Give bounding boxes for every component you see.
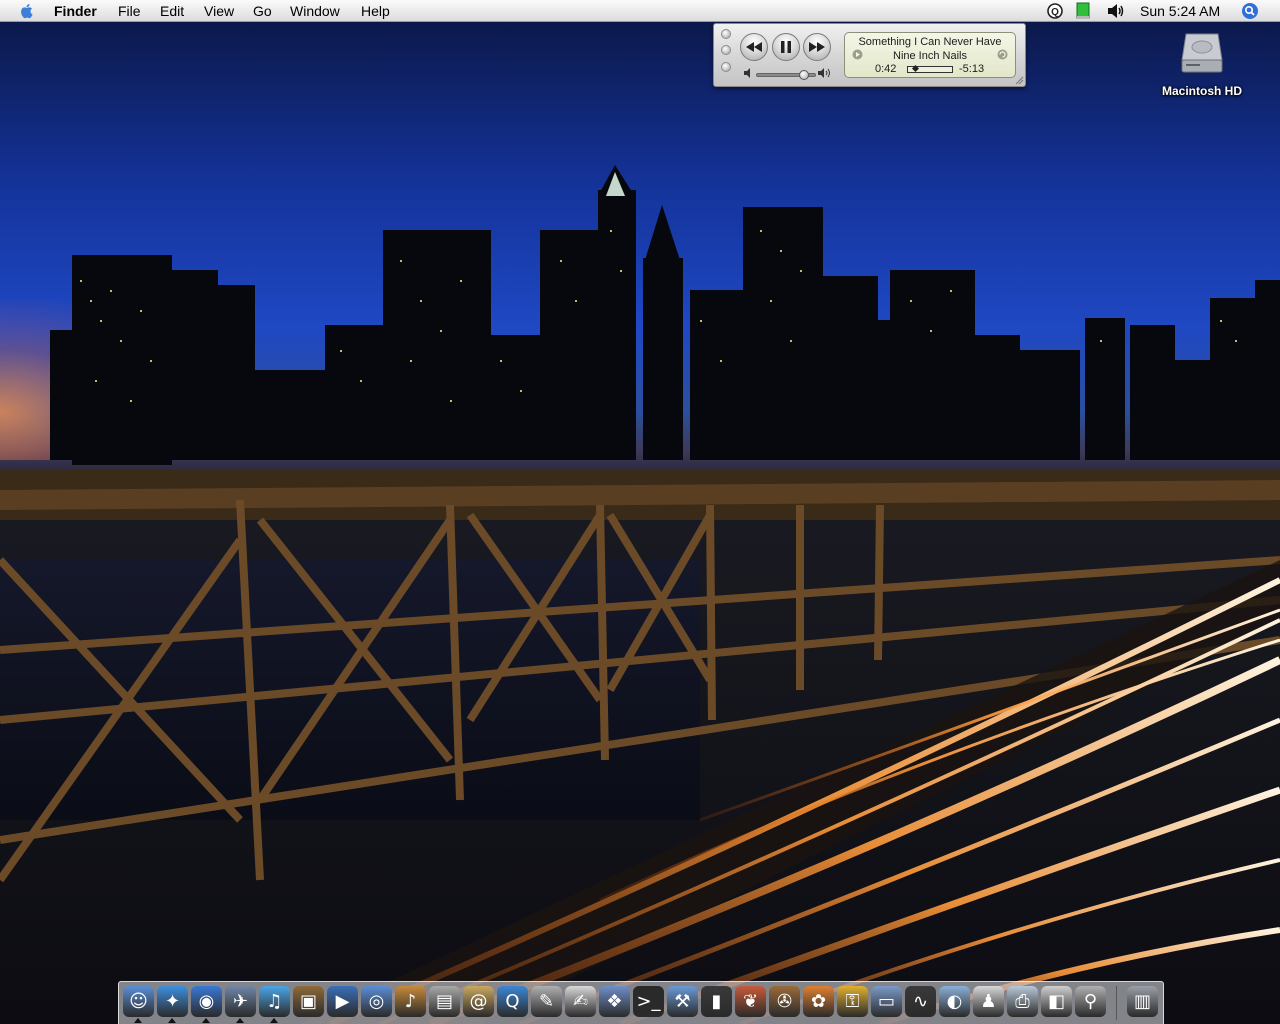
dock-separator [1116, 986, 1117, 1020]
pause-button[interactable] [772, 33, 800, 61]
dock-quicktime-icon[interactable]: Q [497, 986, 528, 1017]
volume-icon[interactable] [1106, 2, 1126, 20]
volume-high-icon [818, 68, 830, 78]
dock-preview-icon[interactable]: ▤ [429, 986, 460, 1017]
dock-brush-icon[interactable]: ⚲ [1075, 986, 1106, 1017]
apple-menu-icon[interactable] [18, 2, 36, 20]
volume-slider-knob[interactable] [798, 70, 809, 80]
volume-low-icon [744, 68, 750, 78]
snapback-icon[interactable] [997, 49, 1008, 60]
zoom-button[interactable] [721, 62, 731, 72]
dock-penguin-icon[interactable]: ♟ [973, 986, 1004, 1017]
dock-image-capture-icon[interactable]: ❖ [599, 986, 630, 1017]
menu-help[interactable]: Help [361, 2, 390, 20]
pause-icon [781, 41, 791, 53]
dock-address-book-icon[interactable]: @ [463, 986, 494, 1017]
itunes-lcd-display[interactable]: Something I Can Never Have Nine Inch Nai… [844, 32, 1016, 78]
resize-grip-icon[interactable] [1015, 76, 1024, 85]
previous-button[interactable] [740, 33, 768, 61]
dock-utilities-icon[interactable]: ✎ [531, 986, 562, 1017]
dock-terminal-icon[interactable]: >_ [633, 986, 664, 1017]
wallpaper-traffic-light-trails [300, 560, 1280, 1024]
close-button[interactable] [721, 29, 731, 39]
dock-finder-icon[interactable]: ☺ [123, 986, 154, 1017]
quicksilver-icon[interactable]: Q [1046, 2, 1064, 20]
remaining-time: -5:13 [959, 63, 985, 75]
itunes-mini-player: Something I Can Never Have Nine Inch Nai… [713, 23, 1026, 87]
battery-icon[interactable] [1075, 2, 1091, 20]
dock-goldfish-icon[interactable]: ✿ [803, 986, 834, 1017]
dock-iphoto-icon[interactable]: ▣ [293, 986, 324, 1017]
next-button[interactable] [803, 33, 831, 61]
menu-bar: Finder File Edit View Go Window Help Q S… [0, 0, 1280, 22]
desktop-wallpaper [0, 0, 1280, 1024]
minimize-button[interactable] [721, 45, 731, 55]
menu-view[interactable]: View [204, 2, 234, 20]
dock-ichat-icon[interactable]: ◉ [191, 986, 222, 1017]
next-icon [809, 42, 825, 52]
dock-system-profiler-icon[interactable]: ▭ [871, 986, 902, 1017]
dock-running-indicator [270, 1018, 278, 1023]
dock-shell-icon[interactable]: ◐ [939, 986, 970, 1017]
previous-icon [746, 42, 762, 52]
desktop-icon-label: Macintosh HD [1161, 84, 1242, 98]
elapsed-time: 0:42 [875, 63, 897, 75]
dock-helm-icon[interactable]: ✇ [769, 986, 800, 1017]
dock-running-indicator [134, 1018, 142, 1023]
menu-app-name[interactable]: Finder [54, 2, 97, 20]
menu-clock[interactable]: Sun 5:24 AM [1140, 2, 1220, 20]
playback-position-marker[interactable] [911, 64, 919, 73]
dock-mail-icon[interactable]: ✈ [225, 986, 256, 1017]
dock-textedit-icon[interactable]: ✍ [565, 986, 596, 1017]
song-artist: Nine Inch Nails [893, 50, 967, 62]
playback-progress-bar[interactable] [907, 64, 953, 73]
song-title: Something I Can Never Have [858, 36, 1002, 48]
dock-ipod-updater-icon[interactable]: ▮ [701, 986, 732, 1017]
dock-itunes-icon[interactable]: ♫ [259, 986, 290, 1017]
dock-hairdryer-icon[interactable]: ❦ [735, 986, 766, 1017]
hard-drive-icon [1181, 33, 1223, 73]
dock-safari-icon[interactable]: ✦ [157, 986, 188, 1017]
dock-activity-monitor-icon[interactable]: ∿ [905, 986, 936, 1017]
dock: ☺ ✦ ◉ ✈ ♫ ▣ ▶ ◎ ♪ ▤ @ Q ✎ ✍ ❖ >_ ⚒ ▮ ❦ ✇ ✿ ⚿ ▭ ∿ ◐ ♟ ⎙ ◧ ⚲ ▥ [118, 981, 1164, 1024]
svg-text:Q: Q [1051, 7, 1059, 18]
dock-running-indicator [236, 1018, 244, 1023]
dock-garageband-icon[interactable]: ♪ [395, 986, 426, 1017]
desktop-icon-macintosh-hd[interactable]: Macintosh HD [1150, 30, 1254, 98]
dock-mac-mini-icon[interactable]: ◧ [1041, 986, 1072, 1017]
spotlight-icon[interactable] [1241, 2, 1259, 20]
menu-window[interactable]: Window [290, 2, 340, 20]
dock-keychain-icon[interactable]: ⚿ [837, 986, 868, 1017]
dock-xcode-icon[interactable]: ⚒ [667, 986, 698, 1017]
dock-running-indicator [168, 1018, 176, 1023]
dock-idvd-icon[interactable]: ◎ [361, 986, 392, 1017]
dock-running-indicator [202, 1018, 210, 1023]
dock-printer-icon[interactable]: ⎙ [1007, 986, 1038, 1017]
dock-imovie-icon[interactable]: ▶ [327, 986, 358, 1017]
menu-go[interactable]: Go [253, 2, 272, 20]
menu-edit[interactable]: Edit [160, 2, 184, 20]
dock-trash-icon[interactable]: ▥ [1127, 986, 1158, 1017]
menu-file[interactable]: File [118, 2, 141, 20]
